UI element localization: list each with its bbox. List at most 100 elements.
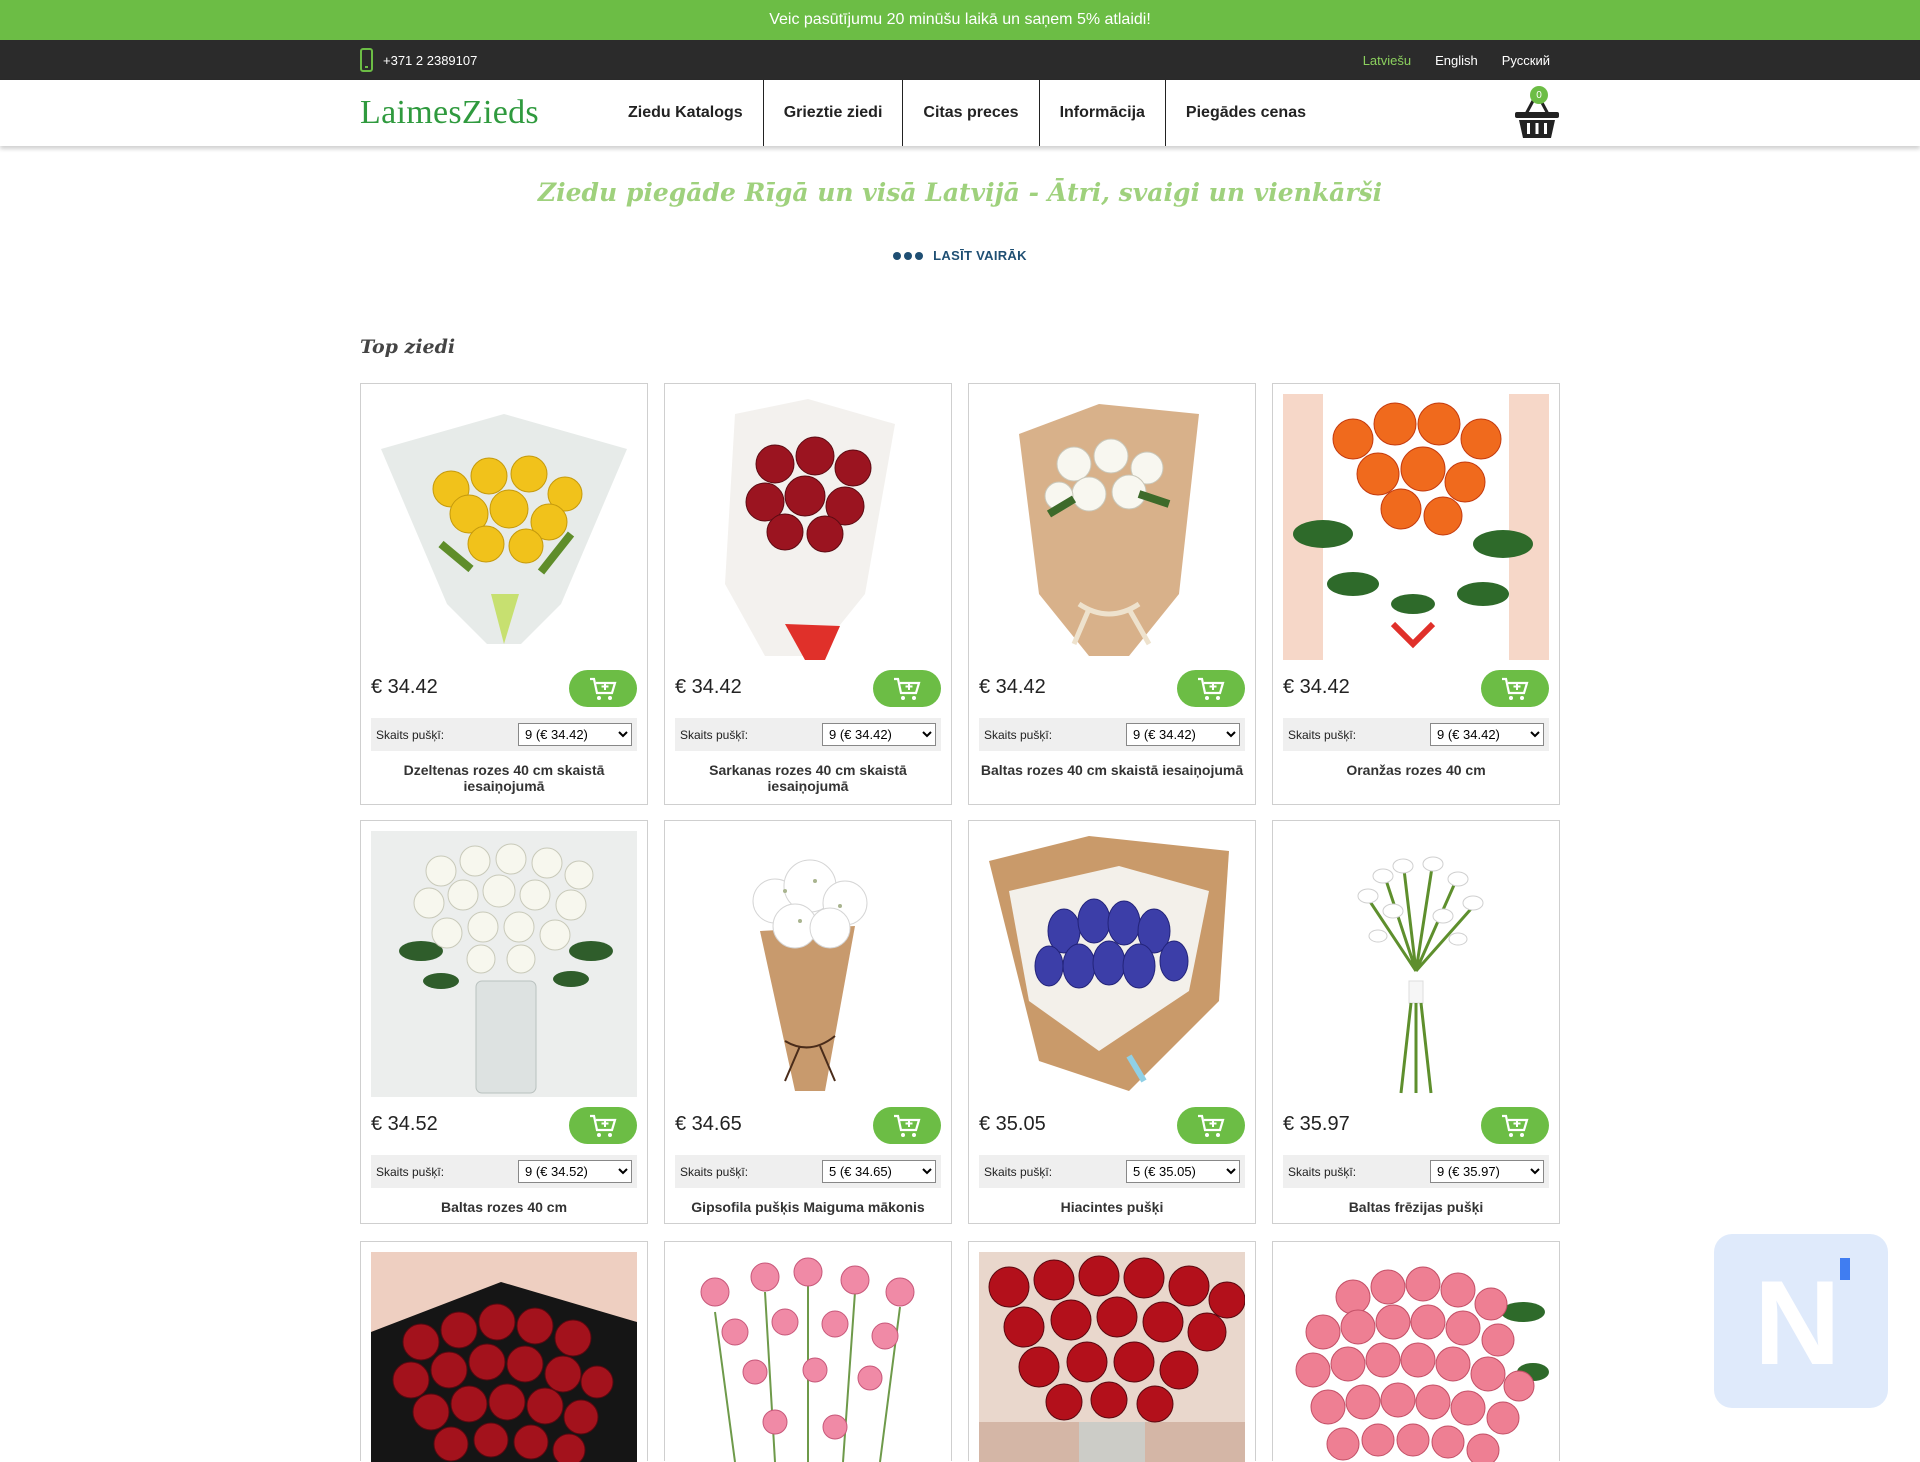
quantity-row: Skaits pušķī: 9 (€ 34.42): [979, 718, 1245, 751]
product-title[interactable]: Gipsofila pušķis Maiguma mākonis: [675, 1199, 941, 1215]
main-header: LaimesZieds Ziedu Katalogs Grieztie zied…: [0, 80, 1920, 146]
quantity-select[interactable]: 9 (€ 34.42): [822, 723, 936, 746]
product-price: € 35.05: [979, 1113, 1046, 1135]
quantity-label: Skaits pušķī:: [376, 1164, 445, 1179]
quantity-label: Skaits pušķī:: [1288, 1164, 1357, 1179]
quantity-row: Skaits pušķī: 9 (€ 34.42): [675, 718, 941, 751]
quantity-select[interactable]: 5 (€ 35.05): [1126, 1160, 1240, 1183]
product-title[interactable]: Oranžas rozes 40 cm: [1283, 762, 1549, 778]
product-card[interactable]: € 34.42 Skaits pušķī: 9 (€ 34.42) Dzelte…: [360, 383, 648, 805]
product-card[interactable]: [968, 1241, 1256, 1462]
quantity-select[interactable]: 9 (€ 35.97): [1430, 1160, 1544, 1183]
add-to-cart-icon: [1502, 1114, 1529, 1137]
quantity-select[interactable]: 9 (€ 34.52): [518, 1160, 632, 1183]
quantity-label: Skaits pušķī:: [984, 1164, 1053, 1179]
nav-grieztie-ziedi[interactable]: Grieztie ziedi: [764, 80, 904, 146]
nav-informacija[interactable]: Informācija: [1040, 80, 1166, 146]
phone-icon: [360, 48, 373, 72]
product-price: € 34.65: [675, 1113, 742, 1135]
shopping-cart[interactable]: 0: [1514, 86, 1560, 140]
read-more-label: LASĪT VAIRĀK: [933, 248, 1027, 263]
more-dots-icon: [893, 251, 924, 260]
product-card[interactable]: € 34.42 Skaits pušķī: 9 (€ 34.42) Sarkan…: [664, 383, 952, 805]
product-image[interactable]: [371, 1252, 637, 1462]
add-to-cart-icon: [1198, 1114, 1225, 1137]
product-title[interactable]: Baltas rozes 40 cm: [371, 1199, 637, 1215]
quantity-row: Skaits pušķī: 9 (€ 34.42): [1283, 718, 1549, 751]
product-price: € 34.52: [371, 1113, 438, 1135]
product-card[interactable]: [360, 1241, 648, 1462]
site-logo[interactable]: LaimesZieds: [360, 88, 539, 138]
product-title[interactable]: Hiacintes pušķi: [979, 1199, 1245, 1215]
product-image[interactable]: [675, 831, 941, 1097]
quantity-row: Skaits pušķī: 5 (€ 35.05): [979, 1155, 1245, 1188]
read-more-link[interactable]: LASĪT VAIRĀK: [0, 248, 1920, 263]
section-title: Top ziedi: [360, 336, 456, 358]
nav-piegades-cenas[interactable]: Piegādes cenas: [1166, 80, 1326, 146]
product-price: € 34.42: [1283, 676, 1350, 698]
product-image[interactable]: [371, 394, 637, 660]
main-nav: Ziedu Katalogs Grieztie ziedi Citas prec…: [608, 80, 1326, 146]
product-image[interactable]: [979, 1252, 1245, 1462]
language-switcher: Latviešu English Русский: [1363, 40, 1550, 80]
corner-badge-logo: N: [1714, 1234, 1888, 1408]
quantity-select[interactable]: 9 (€ 34.42): [1430, 723, 1544, 746]
add-to-cart-button[interactable]: [1481, 670, 1549, 707]
product-image[interactable]: [371, 831, 637, 1097]
product-card[interactable]: € 35.05 Skaits pušķī: 5 (€ 35.05) Hiacin…: [968, 820, 1256, 1224]
top-bar: +371 2 2389107 Latviešu English Русский: [0, 40, 1920, 80]
product-price: € 35.97: [1283, 1113, 1350, 1135]
product-card[interactable]: [664, 1241, 952, 1462]
promo-banner: Veic pasūtījumu 20 minūšu laikā un saņem…: [0, 0, 1920, 40]
quantity-label: Skaits pušķī:: [680, 1164, 749, 1179]
product-title[interactable]: Sarkanas rozes 40 cm skaistā iesaiņojumā: [675, 762, 941, 794]
product-card[interactable]: [1272, 1241, 1560, 1462]
product-title[interactable]: Baltas frēzijas pušķi: [1283, 1199, 1549, 1215]
add-to-cart-button[interactable]: [1177, 1107, 1245, 1144]
product-price: € 34.42: [371, 676, 438, 698]
promo-text: Veic pasūtījumu 20 minūšu laikā un saņem…: [769, 11, 1151, 28]
add-to-cart-button[interactable]: [873, 1107, 941, 1144]
lang-russian[interactable]: Русский: [1502, 53, 1550, 68]
quantity-select[interactable]: 9 (€ 34.42): [1126, 723, 1240, 746]
product-image[interactable]: [979, 394, 1245, 660]
quantity-label: Skaits pušķī:: [1288, 727, 1357, 742]
quantity-row: Skaits pušķī: 9 (€ 34.42): [371, 718, 637, 751]
product-image[interactable]: [675, 1252, 941, 1462]
product-card[interactable]: € 34.42 Skaits pušķī: 9 (€ 34.42) Oranža…: [1272, 383, 1560, 805]
quantity-label: Skaits pušķī:: [680, 727, 749, 742]
product-price: € 34.42: [979, 676, 1046, 698]
quantity-select[interactable]: 5 (€ 34.65): [822, 1160, 936, 1183]
quantity-row: Skaits pušķī: 5 (€ 34.65): [675, 1155, 941, 1188]
phone-contact[interactable]: +371 2 2389107: [360, 40, 477, 80]
add-to-cart-icon: [894, 677, 921, 700]
product-card[interactable]: € 35.97 Skaits pušķī: 9 (€ 35.97) Baltas…: [1272, 820, 1560, 1224]
add-to-cart-icon: [1502, 677, 1529, 700]
nav-ziedu-katalogs[interactable]: Ziedu Katalogs: [608, 80, 764, 146]
add-to-cart-button[interactable]: [569, 1107, 637, 1144]
product-card[interactable]: € 34.42 Skaits pušķī: 9 (€ 34.42) Baltas…: [968, 383, 1256, 805]
phone-number: +371 2 2389107: [383, 52, 478, 68]
add-to-cart-icon: [1198, 677, 1225, 700]
product-title[interactable]: Baltas rozes 40 cm skaistā iesaiņojumā: [979, 762, 1245, 778]
nav-citas-preces[interactable]: Citas preces: [903, 80, 1040, 146]
hero-title: Ziedu piegāde Rīgā un visā Latvijā - Ātr…: [537, 178, 1383, 207]
lang-english[interactable]: English: [1435, 53, 1478, 68]
product-image[interactable]: [675, 394, 941, 660]
lang-latvian[interactable]: Latviešu: [1363, 53, 1411, 68]
product-card[interactable]: € 34.65 Skaits pušķī: 5 (€ 34.65) Gipsof…: [664, 820, 952, 1224]
add-to-cart-button[interactable]: [873, 670, 941, 707]
quantity-label: Skaits pušķī:: [376, 727, 445, 742]
product-card[interactable]: € 34.52 Skaits pušķī: 9 (€ 34.52) Baltas…: [360, 820, 648, 1224]
product-image[interactable]: [1283, 1252, 1549, 1462]
product-image[interactable]: [1283, 394, 1549, 660]
quantity-select[interactable]: 9 (€ 34.42): [518, 723, 632, 746]
add-to-cart-button[interactable]: [1177, 670, 1245, 707]
product-image[interactable]: [1283, 831, 1549, 1097]
quantity-row: Skaits pušķī: 9 (€ 34.52): [371, 1155, 637, 1188]
product-title[interactable]: Dzeltenas rozes 40 cm skaistā iesaiņojum…: [371, 762, 637, 794]
add-to-cart-button[interactable]: [569, 670, 637, 707]
add-to-cart-button[interactable]: [1481, 1107, 1549, 1144]
quantity-label: Skaits pušķī:: [984, 727, 1053, 742]
product-image[interactable]: [979, 831, 1245, 1097]
